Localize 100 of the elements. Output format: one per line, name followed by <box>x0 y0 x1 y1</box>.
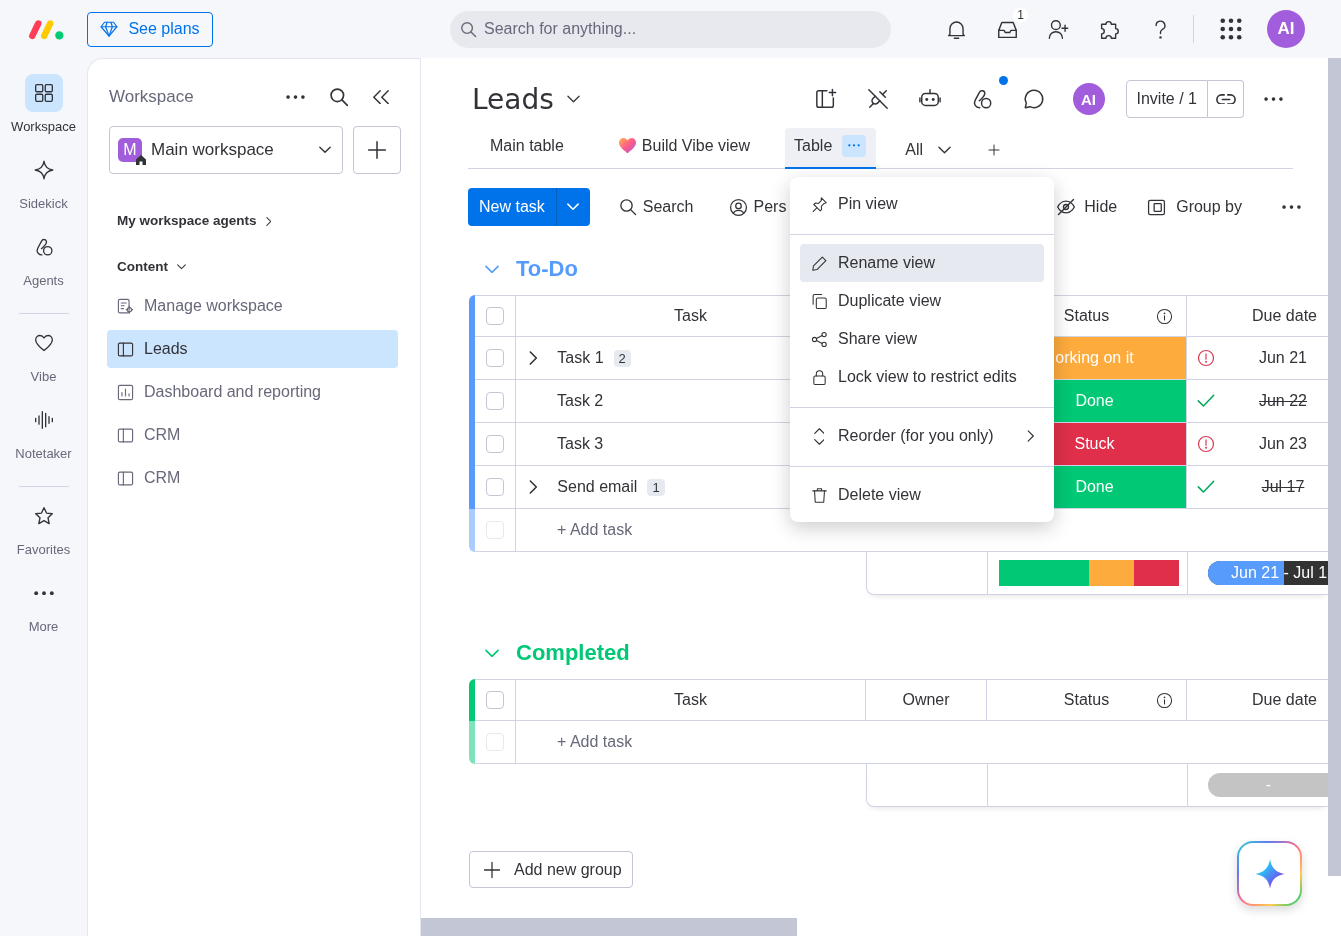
info-icon[interactable] <box>1156 307 1173 325</box>
sidekick-button[interactable] <box>1237 841 1302 906</box>
add-task-field[interactable]: + Add task <box>557 733 647 751</box>
person-icon <box>728 197 748 217</box>
panel-icon <box>1147 197 1167 217</box>
menu-item[interactable]: Rename view <box>800 244 1044 282</box>
checkbox[interactable] <box>486 478 504 496</box>
due-date[interactable]: Jun 23 <box>1258 435 1307 453</box>
nav-item[interactable]: Sidekick <box>0 151 87 228</box>
more-icon[interactable] <box>1264 96 1283 102</box>
see-plans-button[interactable]: See plans <box>87 11 213 47</box>
copy-link-button[interactable] <box>1208 80 1244 118</box>
caret-icon <box>319 146 331 154</box>
search-icon <box>618 198 637 216</box>
user-avatar[interactable]: AI <box>1267 10 1305 48</box>
due-date[interactable]: Jun 21 <box>1258 349 1307 367</box>
plus-icon[interactable] <box>988 143 1001 156</box>
column-header[interactable]: Status <box>1063 307 1110 325</box>
add-group-button[interactable]: Add new group <box>469 851 633 888</box>
sidebar-item[interactable]: Leads <box>107 330 398 368</box>
invite-button[interactable]: Invite / 1 <box>1125 80 1208 118</box>
apps-grid-icon[interactable] <box>1220 18 1242 40</box>
panel-plus-icon[interactable] <box>814 88 837 110</box>
expand-icon[interactable] <box>529 480 538 494</box>
expand-icon[interactable] <box>529 351 538 365</box>
search-field[interactable]: Search for anything... <box>450 10 891 48</box>
sidebar-item[interactable]: CRM <box>107 416 398 454</box>
caret-icon <box>566 95 580 103</box>
scrollbar-thumb[interactable] <box>421 918 797 936</box>
task-name[interactable]: Send email <box>557 478 638 496</box>
checkbox[interactable] <box>486 349 504 367</box>
group-by-button[interactable]: Group by <box>1139 188 1250 226</box>
heart-icon <box>618 137 636 154</box>
nav-item[interactable]: More <box>0 574 87 651</box>
task-name[interactable]: Task 3 <box>557 435 604 453</box>
app-logo[interactable] <box>28 18 65 40</box>
up-down-chevron-icon <box>813 427 825 445</box>
scrollbar-thumb[interactable] <box>1328 58 1341 876</box>
user-avatar[interactable]: AI <box>1072 83 1105 115</box>
checkbox[interactable] <box>486 691 504 709</box>
task-name[interactable]: Task 2 <box>557 392 604 410</box>
column-header[interactable]: Task <box>674 307 707 325</box>
sidebar-item[interactable]: Dashboard and reporting <box>107 373 398 411</box>
checkbox[interactable] <box>486 435 504 453</box>
search-icon[interactable] <box>329 87 349 107</box>
column-header[interactable]: Task <box>674 691 707 709</box>
column-header[interactable]: Status <box>1063 691 1110 709</box>
add-task-field[interactable]: + Add task <box>557 521 647 539</box>
bell-icon[interactable] <box>946 18 967 40</box>
board-icon <box>117 426 134 444</box>
more-icon[interactable] <box>1282 204 1301 210</box>
info-icon[interactable] <box>1156 691 1173 709</box>
nav-item[interactable]: Workspace <box>0 74 87 151</box>
pencil-icon <box>810 254 828 272</box>
column-header[interactable]: Due date <box>1252 691 1317 709</box>
timeline-bar[interactable]: Jun 21 - Jul 1 <box>1208 561 1329 585</box>
menu-item[interactable]: Pin view <box>800 185 1044 223</box>
checkbox[interactable] <box>486 392 504 410</box>
sidebar-item[interactable]: CRM <box>107 459 398 497</box>
view-tab[interactable]: Main table <box>480 128 574 169</box>
person-plus-icon[interactable] <box>1048 18 1069 40</box>
board-icon <box>117 340 134 358</box>
due-date[interactable]: Jun 22 <box>1258 392 1307 410</box>
new-task-dropdown-button[interactable] <box>555 188 590 226</box>
nav-item[interactable]: Favorites <box>0 497 87 574</box>
person-filter-button[interactable]: Pers <box>720 188 787 226</box>
puzzle-icon[interactable] <box>1099 18 1120 40</box>
board-title[interactable]: Leads <box>472 82 580 116</box>
nav-item[interactable]: Vibe <box>0 324 87 401</box>
workspace-dropdown[interactable]: M Main workspace <box>109 126 343 174</box>
checkbox[interactable] <box>486 307 504 325</box>
more-icon[interactable] <box>286 94 305 100</box>
lock-icon <box>810 368 828 386</box>
sidebar-item[interactable]: Manage workspace <box>107 287 398 325</box>
view-tab[interactable]: Table <box>785 128 877 169</box>
task-name[interactable]: Task 1 <box>557 349 604 367</box>
speech-bubble-icon[interactable] <box>1022 88 1045 110</box>
collapse-icon[interactable] <box>373 89 389 105</box>
section-toggle[interactable]: Content <box>117 257 186 277</box>
due-date[interactable]: Jul 17 <box>1261 478 1305 496</box>
column-header[interactable]: Due date <box>1252 307 1317 325</box>
subitem-count: 1 <box>647 478 665 496</box>
search-button[interactable]: Search <box>610 188 702 226</box>
share-icon <box>810 330 828 348</box>
add-row-color-bar <box>469 721 475 764</box>
agents-link[interactable]: My workspace agents <box>117 211 271 231</box>
nav-item[interactable]: Notetaker <box>0 401 87 478</box>
menu-item[interactable]: Duplicate view <box>800 282 1044 320</box>
timeline-range: Jun 21 - Jul 1 <box>1231 564 1328 582</box>
plug-icon[interactable] <box>866 88 889 110</box>
diamond-icon <box>100 20 119 38</box>
timeline-range: - <box>1265 776 1272 794</box>
hide-button[interactable]: Hide <box>1048 188 1126 226</box>
add-button[interactable] <box>353 126 401 174</box>
new-task-button[interactable]: New task <box>468 188 556 226</box>
filter-dropdown[interactable]: All <box>895 128 962 168</box>
nav-item[interactable]: Agents <box>0 228 87 305</box>
view-tab[interactable]: Build Vibe view <box>608 128 761 169</box>
subitem-count: 2 <box>613 349 631 367</box>
column-header[interactable]: Owner <box>902 691 950 709</box>
